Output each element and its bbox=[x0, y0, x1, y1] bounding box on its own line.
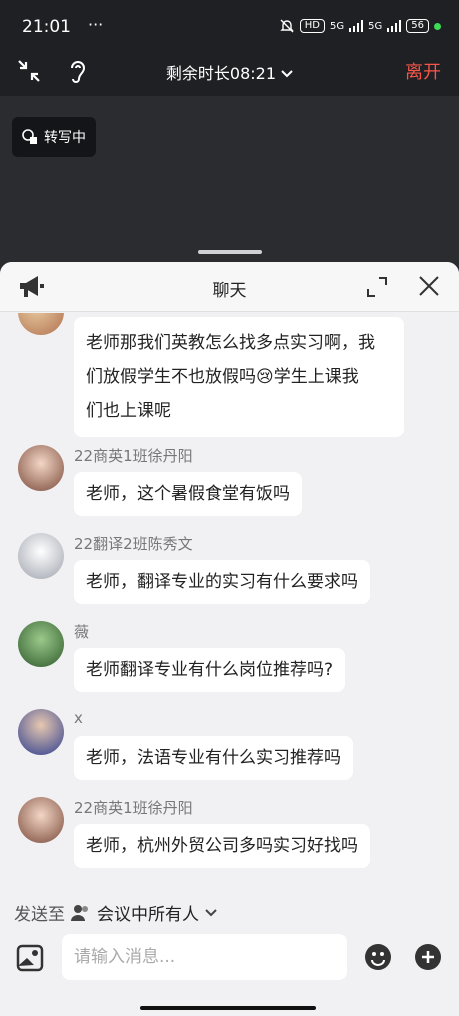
message-list[interactable]: 老师那我们英教怎么找多点实习啊，我 们放假学生不也放假吗😢学生上课我 们也上课呢… bbox=[0, 313, 459, 888]
transcribe-label: 转写中 bbox=[44, 130, 86, 146]
mute-bell-icon bbox=[280, 19, 294, 33]
people-icon bbox=[71, 904, 88, 921]
status-time: 21:01 bbox=[22, 17, 71, 37]
plus-icon[interactable] bbox=[414, 943, 442, 971]
meeting-video-area: 转写中 bbox=[0, 96, 459, 266]
network-label-1: 5G bbox=[330, 20, 345, 32]
chat-header: 聊天 bbox=[0, 262, 459, 312]
send-to-label: 发送至 bbox=[14, 905, 65, 925]
message-bubble: 老师，翻译专业的实习有什么要求吗 bbox=[74, 560, 370, 604]
sender-name: x bbox=[74, 709, 83, 727]
chevron-down-icon bbox=[205, 908, 217, 916]
hd-badge: HD bbox=[299, 19, 326, 33]
home-indicator[interactable] bbox=[140, 1006, 316, 1010]
message-bubble: 老师，杭州外贸公司多吗实习好找吗 bbox=[74, 824, 370, 868]
message-text-line: 老师那我们英教怎么找多点实习啊，我 bbox=[86, 333, 375, 353]
remaining-time-selector[interactable]: 剩余时长08:21 bbox=[0, 60, 459, 84]
message-bubble: 老师，法语专业有什么实习推荐吗 bbox=[74, 736, 353, 780]
avatar[interactable] bbox=[18, 621, 64, 667]
meeting-top-bar: 剩余时长08:21 离开 bbox=[0, 48, 459, 96]
network-label-2: 5G bbox=[368, 20, 383, 32]
message-text-line: 们放假学生不也放假吗😢学生上课我 bbox=[86, 367, 359, 387]
status-more-dots: ··· bbox=[88, 15, 104, 34]
sender-name: 22商英1班徐丹阳 bbox=[74, 799, 193, 817]
avatar[interactable] bbox=[18, 445, 64, 491]
message-bubble: 老师，这个暑假食堂有饭吗 bbox=[74, 472, 302, 516]
emoji-icon[interactable] bbox=[364, 943, 392, 971]
transcribe-icon bbox=[22, 129, 37, 144]
sender-name: 22商英1班徐丹阳 bbox=[74, 447, 193, 465]
close-icon[interactable] bbox=[417, 274, 441, 298]
chevron-down-icon bbox=[281, 70, 293, 78]
message-input-bar bbox=[0, 932, 459, 994]
message-bubble: 老师翻译专业有什么岗位推荐吗? bbox=[74, 648, 346, 692]
message-input[interactable] bbox=[62, 934, 347, 980]
avatar[interactable] bbox=[18, 709, 64, 755]
send-target-bar[interactable]: 发送至 会议中所有人 bbox=[0, 888, 459, 932]
active-indicator-dot bbox=[434, 22, 441, 30]
panel-drag-handle[interactable] bbox=[198, 250, 262, 254]
sender-name: 薇 bbox=[74, 623, 90, 641]
avatar[interactable] bbox=[18, 797, 64, 843]
message-bubble: 老师那我们英教怎么找多点实习啊，我 们放假学生不也放假吗😢学生上课我 们也上课呢 bbox=[74, 317, 404, 437]
remaining-time: 剩余时长08:21 bbox=[165, 64, 277, 83]
status-bar: 21:01 ··· HD 5G 5G 56 bbox=[0, 0, 459, 48]
avatar[interactable] bbox=[18, 313, 64, 335]
send-target-selector[interactable]: 发送至 会议中所有人 bbox=[14, 900, 217, 925]
sender-name: 22翻译2班陈秀文 bbox=[74, 535, 193, 553]
signal-icon bbox=[349, 20, 364, 32]
message-text-line: 们也上课呢 bbox=[86, 401, 171, 421]
status-icons: HD 5G 5G 56 bbox=[279, 18, 441, 34]
chat-panel: 聊天 老师那我们英教怎么找多点实习啊，我 们放假学生不也放假吗😢学生上课我 们也… bbox=[0, 262, 459, 1016]
expand-icon[interactable] bbox=[365, 275, 389, 299]
chat-title: 聊天 bbox=[212, 281, 247, 301]
avatar[interactable] bbox=[18, 533, 64, 579]
leave-button[interactable]: 离开 bbox=[405, 58, 441, 84]
signal-icon-2 bbox=[387, 20, 402, 32]
battery-icon: 56 bbox=[406, 19, 429, 33]
transcribe-button[interactable]: 转写中 bbox=[12, 117, 96, 157]
send-to-target: 会议中所有人 bbox=[97, 905, 199, 925]
image-icon[interactable] bbox=[16, 944, 44, 972]
